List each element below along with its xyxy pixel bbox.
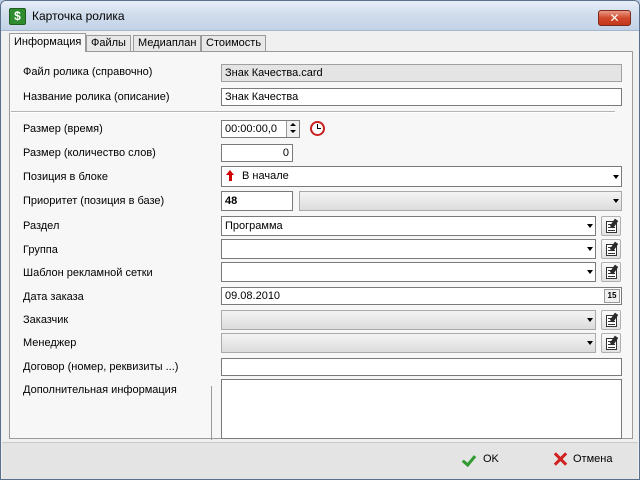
- calendar-icon[interactable]: 15: [604, 289, 620, 303]
- cancel-label: Отмена: [573, 453, 613, 465]
- extra-info-textarea[interactable]: [221, 379, 622, 439]
- dropdown-arrow-icon[interactable]: [587, 224, 593, 228]
- contract-input[interactable]: [221, 358, 622, 376]
- section-value: Программа: [225, 220, 283, 232]
- section-label: Раздел: [23, 220, 60, 232]
- section-lookup-button[interactable]: [601, 216, 621, 236]
- spin-up-icon[interactable]: [290, 123, 296, 126]
- extra-info-label: Дополнительная информация: [23, 384, 177, 396]
- template-lookup-button[interactable]: [601, 262, 621, 282]
- dialog-window: $ Карточка ролика ✕ Информация Файлы Мед…: [0, 0, 640, 480]
- cancel-button[interactable]: Отмена: [553, 448, 633, 470]
- order-date-input[interactable]: 09.08.2010 15: [221, 287, 622, 305]
- dropdown-arrow-icon[interactable]: [613, 175, 619, 179]
- spin-down-icon[interactable]: [290, 130, 296, 133]
- cancel-x-icon: [553, 452, 567, 466]
- title-bar[interactable]: $ Карточка ролика ✕: [1, 1, 639, 31]
- template-label: Шаблон рекламной сетки: [23, 267, 153, 279]
- separator: [11, 111, 615, 113]
- button-bar: OK Отмена: [2, 442, 638, 479]
- order-date-value: 09.08.2010: [225, 290, 281, 302]
- time-spinner[interactable]: [286, 121, 299, 137]
- group-label: Группа: [23, 244, 58, 256]
- check-icon: [463, 452, 477, 466]
- divider: [211, 386, 212, 440]
- manager-combo[interactable]: [221, 333, 596, 353]
- dropdown-arrow-icon[interactable]: [613, 199, 619, 203]
- tab-mediaplan[interactable]: Медиаплан: [133, 35, 202, 52]
- manager-lookup-button[interactable]: [601, 333, 621, 353]
- window-title: Карточка ролика: [32, 9, 125, 23]
- close-button[interactable]: ✕: [598, 10, 631, 26]
- position-value: В начале: [242, 170, 289, 182]
- dropdown-arrow-icon[interactable]: [587, 247, 593, 251]
- template-combo[interactable]: [221, 262, 596, 282]
- size-words-label: Размер (количество слов): [23, 147, 156, 159]
- file-label: Файл ролика (справочно): [23, 66, 153, 78]
- dropdown-arrow-icon[interactable]: [587, 341, 593, 345]
- ok-button[interactable]: OK: [463, 448, 533, 470]
- customer-lookup-button[interactable]: [601, 310, 621, 330]
- size-time-label: Размер (время): [23, 123, 103, 135]
- priority-combo[interactable]: [299, 191, 622, 211]
- size-time-input[interactable]: 00:00:00,0: [221, 120, 300, 138]
- dollar-app-icon: $: [9, 8, 26, 25]
- group-lookup-button[interactable]: [601, 239, 621, 259]
- tab-files[interactable]: Файлы: [86, 35, 131, 52]
- position-combo[interactable]: В начале: [221, 166, 622, 187]
- size-time-value: 00:00:00,0: [225, 123, 277, 135]
- name-input[interactable]: Знак Качества: [221, 88, 622, 106]
- customer-combo[interactable]: [221, 310, 596, 330]
- position-label: Позиция в блоке: [23, 171, 108, 183]
- priority-label: Приоритет (позиция в базе): [23, 195, 165, 207]
- section-combo[interactable]: Программа: [221, 216, 596, 236]
- contract-label: Договор (номер, реквизиты ...): [23, 361, 179, 373]
- priority-input[interactable]: 48: [221, 191, 293, 211]
- customer-label: Заказчик: [23, 314, 69, 326]
- file-field: Знак Качества.card: [221, 64, 622, 82]
- group-combo[interactable]: [221, 239, 596, 259]
- clock-icon[interactable]: [310, 121, 325, 136]
- tab-info[interactable]: Информация: [9, 33, 87, 52]
- size-words-input[interactable]: 0: [221, 144, 293, 162]
- tab-cost[interactable]: Стоимость: [201, 35, 267, 52]
- order-date-label: Дата заказа: [23, 291, 84, 303]
- up-arrow-icon: [226, 170, 235, 181]
- name-label: Название ролика (описание): [23, 91, 170, 103]
- ok-label: OK: [483, 453, 499, 465]
- manager-label: Менеджер: [23, 337, 77, 349]
- dropdown-arrow-icon[interactable]: [587, 318, 593, 322]
- dropdown-arrow-icon[interactable]: [587, 270, 593, 274]
